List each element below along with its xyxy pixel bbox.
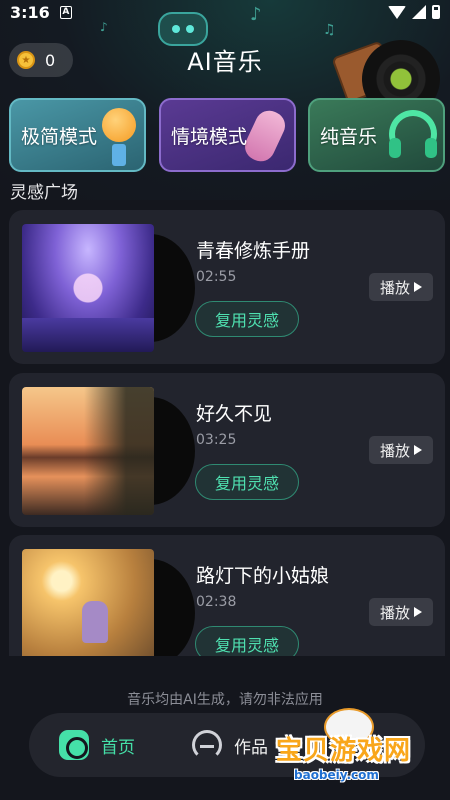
notification-icon: A — [59, 5, 72, 19]
play-icon — [414, 607, 422, 617]
nav-home[interactable]: 首页 — [59, 730, 135, 760]
headphones-icon — [389, 110, 437, 158]
nav-home-label: 首页 — [101, 737, 135, 758]
track-duration: 02:38 — [196, 594, 237, 610]
play-button[interactable]: 播放 — [369, 273, 433, 301]
status-time: 3:16 — [10, 2, 50, 22]
music-disc-icon — [59, 730, 89, 760]
play-button[interactable]: 播放 — [369, 598, 433, 626]
violin-icon — [240, 106, 290, 166]
wifi-icon — [388, 5, 406, 19]
battery-icon — [432, 5, 440, 19]
play-label: 播放 — [379, 603, 410, 622]
watermark-text: 宝贝游戏网 — [276, 736, 412, 766]
track-card[interactable]: 好久不见 03:25 复用灵感 播放 — [9, 373, 445, 527]
nav-works-label: 作品 — [234, 737, 268, 758]
inspiration-track-list[interactable]: 青春修炼手册 02:55 复用灵感 播放 好久不见 03:25 复用灵感 播放 … — [9, 210, 445, 656]
play-label: 播放 — [379, 441, 410, 460]
page-title: AI音乐 — [187, 48, 263, 76]
mode-label: 情境模式 — [171, 125, 248, 148]
play-button[interactable]: 播放 — [369, 436, 433, 464]
track-title: 路灯下的小姑娘 — [196, 565, 330, 587]
section-title: 灵感广场 — [10, 183, 78, 203]
reuse-inspiration-button[interactable]: 复用灵感 — [195, 301, 299, 337]
robot-icon — [158, 12, 208, 46]
site-watermark: 宝贝游戏网 baobeiy.com — [268, 708, 444, 794]
track-cover-image — [22, 387, 154, 515]
track-cover-image — [22, 224, 154, 352]
reuse-inspiration-button[interactable]: 复用灵感 — [195, 464, 299, 500]
headphones-icon — [192, 730, 222, 760]
music-note-icon: ♪ — [250, 4, 262, 25]
mode-label: 纯音乐 — [320, 125, 378, 148]
track-title: 青春修炼手册 — [196, 240, 311, 262]
track-duration: 03:25 — [196, 432, 237, 448]
microphone-icon — [102, 108, 136, 166]
status-bar: 3:16 A — [0, 0, 450, 24]
signal-icon — [412, 5, 426, 19]
reuse-inspiration-button[interactable]: 复用灵感 — [195, 626, 299, 656]
music-note-icon: ♫ — [323, 22, 336, 38]
track-title: 好久不见 — [196, 403, 273, 425]
mode-card-instrumental[interactable]: 纯音乐 — [308, 98, 445, 172]
track-card[interactable]: 路灯下的小姑娘 02:38 复用灵感 播放 — [9, 535, 445, 656]
track-duration: 02:55 — [196, 269, 237, 285]
mode-card-minimal[interactable]: 极简模式 — [9, 98, 146, 172]
ai-disclaimer: 音乐均由AI生成，请勿非法应用 — [127, 692, 323, 708]
mode-label: 极简模式 — [21, 125, 98, 148]
music-note-icon: ♪ — [100, 20, 108, 34]
play-icon — [414, 282, 422, 292]
mode-card-scenario[interactable]: 情境模式 — [159, 98, 296, 172]
watermark-url: baobeiy.com — [294, 768, 379, 782]
track-cover-image — [22, 549, 154, 656]
play-label: 播放 — [379, 278, 410, 297]
play-icon — [414, 445, 422, 455]
track-card[interactable]: 青春修炼手册 02:55 复用灵感 播放 — [9, 210, 445, 364]
nav-works[interactable]: 作品 — [192, 730, 268, 760]
status-indicators — [388, 5, 440, 19]
